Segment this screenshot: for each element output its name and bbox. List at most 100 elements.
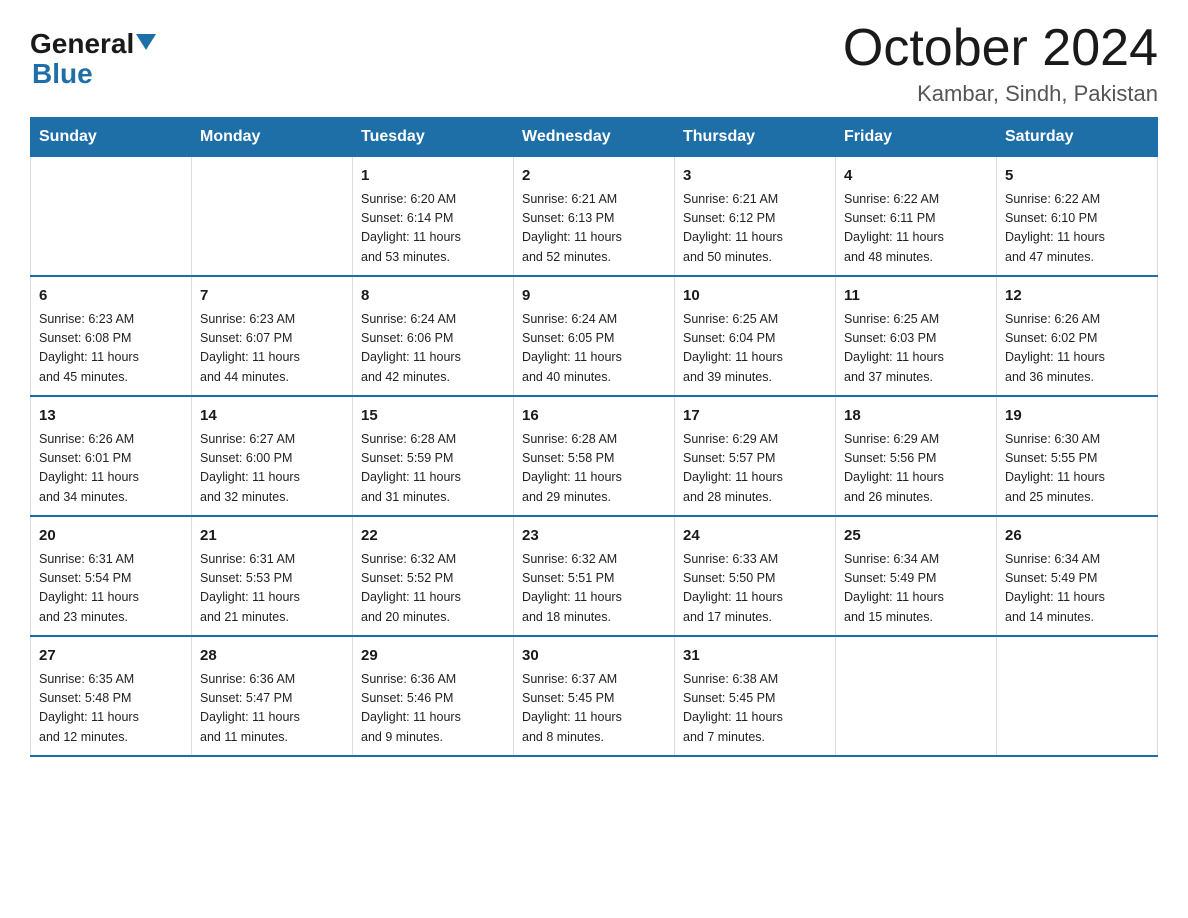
day-info: Sunrise: 6:36 AMSunset: 5:47 PMDaylight:… — [200, 670, 344, 748]
calendar-cell: 10Sunrise: 6:25 AMSunset: 6:04 PMDayligh… — [675, 276, 836, 396]
day-info: Sunrise: 6:38 AMSunset: 5:45 PMDaylight:… — [683, 670, 827, 748]
day-number: 20 — [39, 525, 183, 548]
calendar-title: October 2024 — [843, 20, 1158, 77]
calendar-cell: 28Sunrise: 6:36 AMSunset: 5:47 PMDayligh… — [192, 636, 353, 756]
calendar-cell: 21Sunrise: 6:31 AMSunset: 5:53 PMDayligh… — [192, 516, 353, 636]
weekday-header-tuesday: Tuesday — [353, 118, 514, 157]
weekday-header-monday: Monday — [192, 118, 353, 157]
weekday-header-saturday: Saturday — [997, 118, 1158, 157]
day-info: Sunrise: 6:29 AMSunset: 5:57 PMDaylight:… — [683, 430, 827, 508]
day-info: Sunrise: 6:32 AMSunset: 5:51 PMDaylight:… — [522, 550, 666, 628]
day-info: Sunrise: 6:37 AMSunset: 5:45 PMDaylight:… — [522, 670, 666, 748]
calendar-cell — [997, 636, 1158, 756]
day-info: Sunrise: 6:24 AMSunset: 6:05 PMDaylight:… — [522, 310, 666, 388]
day-number: 28 — [200, 645, 344, 668]
calendar-table: SundayMondayTuesdayWednesdayThursdayFrid… — [30, 117, 1158, 757]
day-number: 4 — [844, 165, 988, 188]
title-block: October 2024 Kambar, Sindh, Pakistan — [843, 20, 1158, 107]
day-info: Sunrise: 6:23 AMSunset: 6:07 PMDaylight:… — [200, 310, 344, 388]
weekday-header-wednesday: Wednesday — [514, 118, 675, 157]
day-info: Sunrise: 6:36 AMSunset: 5:46 PMDaylight:… — [361, 670, 505, 748]
logo-top: General — [30, 30, 156, 58]
day-number: 11 — [844, 285, 988, 308]
day-number: 14 — [200, 405, 344, 428]
day-number: 27 — [39, 645, 183, 668]
day-number: 10 — [683, 285, 827, 308]
day-number: 26 — [1005, 525, 1149, 548]
calendar-cell: 30Sunrise: 6:37 AMSunset: 5:45 PMDayligh… — [514, 636, 675, 756]
calendar-cell — [192, 157, 353, 277]
calendar-subtitle: Kambar, Sindh, Pakistan — [843, 81, 1158, 107]
day-number: 21 — [200, 525, 344, 548]
calendar-cell: 23Sunrise: 6:32 AMSunset: 5:51 PMDayligh… — [514, 516, 675, 636]
day-number: 12 — [1005, 285, 1149, 308]
calendar-cell: 26Sunrise: 6:34 AMSunset: 5:49 PMDayligh… — [997, 516, 1158, 636]
day-info: Sunrise: 6:26 AMSunset: 6:01 PMDaylight:… — [39, 430, 183, 508]
calendar-cell: 24Sunrise: 6:33 AMSunset: 5:50 PMDayligh… — [675, 516, 836, 636]
weekday-header-sunday: Sunday — [31, 118, 192, 157]
logo-arrow-icon — [136, 34, 156, 50]
logo-general: General — [30, 28, 134, 59]
calendar-cell — [31, 157, 192, 277]
day-info: Sunrise: 6:21 AMSunset: 6:13 PMDaylight:… — [522, 190, 666, 268]
calendar-cell: 1Sunrise: 6:20 AMSunset: 6:14 PMDaylight… — [353, 157, 514, 277]
calendar-cell: 11Sunrise: 6:25 AMSunset: 6:03 PMDayligh… — [836, 276, 997, 396]
calendar-cell — [836, 636, 997, 756]
day-info: Sunrise: 6:22 AMSunset: 6:10 PMDaylight:… — [1005, 190, 1149, 268]
day-info: Sunrise: 6:21 AMSunset: 6:12 PMDaylight:… — [683, 190, 827, 268]
day-info: Sunrise: 6:31 AMSunset: 5:54 PMDaylight:… — [39, 550, 183, 628]
calendar-cell: 20Sunrise: 6:31 AMSunset: 5:54 PMDayligh… — [31, 516, 192, 636]
day-number: 1 — [361, 165, 505, 188]
calendar-week-row: 13Sunrise: 6:26 AMSunset: 6:01 PMDayligh… — [31, 396, 1158, 516]
calendar-cell: 14Sunrise: 6:27 AMSunset: 6:00 PMDayligh… — [192, 396, 353, 516]
day-info: Sunrise: 6:35 AMSunset: 5:48 PMDaylight:… — [39, 670, 183, 748]
calendar-cell: 3Sunrise: 6:21 AMSunset: 6:12 PMDaylight… — [675, 157, 836, 277]
day-info: Sunrise: 6:34 AMSunset: 5:49 PMDaylight:… — [1005, 550, 1149, 628]
weekday-header-friday: Friday — [836, 118, 997, 157]
logo: General Blue — [30, 30, 156, 88]
day-info: Sunrise: 6:33 AMSunset: 5:50 PMDaylight:… — [683, 550, 827, 628]
calendar-cell: 4Sunrise: 6:22 AMSunset: 6:11 PMDaylight… — [836, 157, 997, 277]
calendar-cell: 6Sunrise: 6:23 AMSunset: 6:08 PMDaylight… — [31, 276, 192, 396]
calendar-cell: 16Sunrise: 6:28 AMSunset: 5:58 PMDayligh… — [514, 396, 675, 516]
calendar-cell: 15Sunrise: 6:28 AMSunset: 5:59 PMDayligh… — [353, 396, 514, 516]
page-header: General Blue October 2024 Kambar, Sindh,… — [30, 20, 1158, 107]
calendar-cell: 12Sunrise: 6:26 AMSunset: 6:02 PMDayligh… — [997, 276, 1158, 396]
day-number: 29 — [361, 645, 505, 668]
calendar-cell: 29Sunrise: 6:36 AMSunset: 5:46 PMDayligh… — [353, 636, 514, 756]
day-info: Sunrise: 6:30 AMSunset: 5:55 PMDaylight:… — [1005, 430, 1149, 508]
day-number: 19 — [1005, 405, 1149, 428]
day-info: Sunrise: 6:24 AMSunset: 6:06 PMDaylight:… — [361, 310, 505, 388]
calendar-cell: 2Sunrise: 6:21 AMSunset: 6:13 PMDaylight… — [514, 157, 675, 277]
weekday-header-thursday: Thursday — [675, 118, 836, 157]
day-info: Sunrise: 6:25 AMSunset: 6:03 PMDaylight:… — [844, 310, 988, 388]
day-info: Sunrise: 6:22 AMSunset: 6:11 PMDaylight:… — [844, 190, 988, 268]
day-info: Sunrise: 6:29 AMSunset: 5:56 PMDaylight:… — [844, 430, 988, 508]
calendar-cell: 7Sunrise: 6:23 AMSunset: 6:07 PMDaylight… — [192, 276, 353, 396]
day-info: Sunrise: 6:23 AMSunset: 6:08 PMDaylight:… — [39, 310, 183, 388]
calendar-week-row: 6Sunrise: 6:23 AMSunset: 6:08 PMDaylight… — [31, 276, 1158, 396]
calendar-cell: 13Sunrise: 6:26 AMSunset: 6:01 PMDayligh… — [31, 396, 192, 516]
day-number: 2 — [522, 165, 666, 188]
day-number: 23 — [522, 525, 666, 548]
day-info: Sunrise: 6:27 AMSunset: 6:00 PMDaylight:… — [200, 430, 344, 508]
day-info: Sunrise: 6:28 AMSunset: 5:58 PMDaylight:… — [522, 430, 666, 508]
day-info: Sunrise: 6:31 AMSunset: 5:53 PMDaylight:… — [200, 550, 344, 628]
day-number: 22 — [361, 525, 505, 548]
calendar-cell: 27Sunrise: 6:35 AMSunset: 5:48 PMDayligh… — [31, 636, 192, 756]
calendar-week-row: 1Sunrise: 6:20 AMSunset: 6:14 PMDaylight… — [31, 157, 1158, 277]
day-number: 30 — [522, 645, 666, 668]
logo-blue: Blue — [30, 60, 93, 88]
calendar-cell: 19Sunrise: 6:30 AMSunset: 5:55 PMDayligh… — [997, 396, 1158, 516]
calendar-week-row: 20Sunrise: 6:31 AMSunset: 5:54 PMDayligh… — [31, 516, 1158, 636]
day-number: 13 — [39, 405, 183, 428]
day-number: 18 — [844, 405, 988, 428]
day-number: 16 — [522, 405, 666, 428]
day-info: Sunrise: 6:20 AMSunset: 6:14 PMDaylight:… — [361, 190, 505, 268]
calendar-cell: 25Sunrise: 6:34 AMSunset: 5:49 PMDayligh… — [836, 516, 997, 636]
day-number: 7 — [200, 285, 344, 308]
day-info: Sunrise: 6:25 AMSunset: 6:04 PMDaylight:… — [683, 310, 827, 388]
calendar-cell: 31Sunrise: 6:38 AMSunset: 5:45 PMDayligh… — [675, 636, 836, 756]
calendar-cell: 17Sunrise: 6:29 AMSunset: 5:57 PMDayligh… — [675, 396, 836, 516]
day-number: 25 — [844, 525, 988, 548]
